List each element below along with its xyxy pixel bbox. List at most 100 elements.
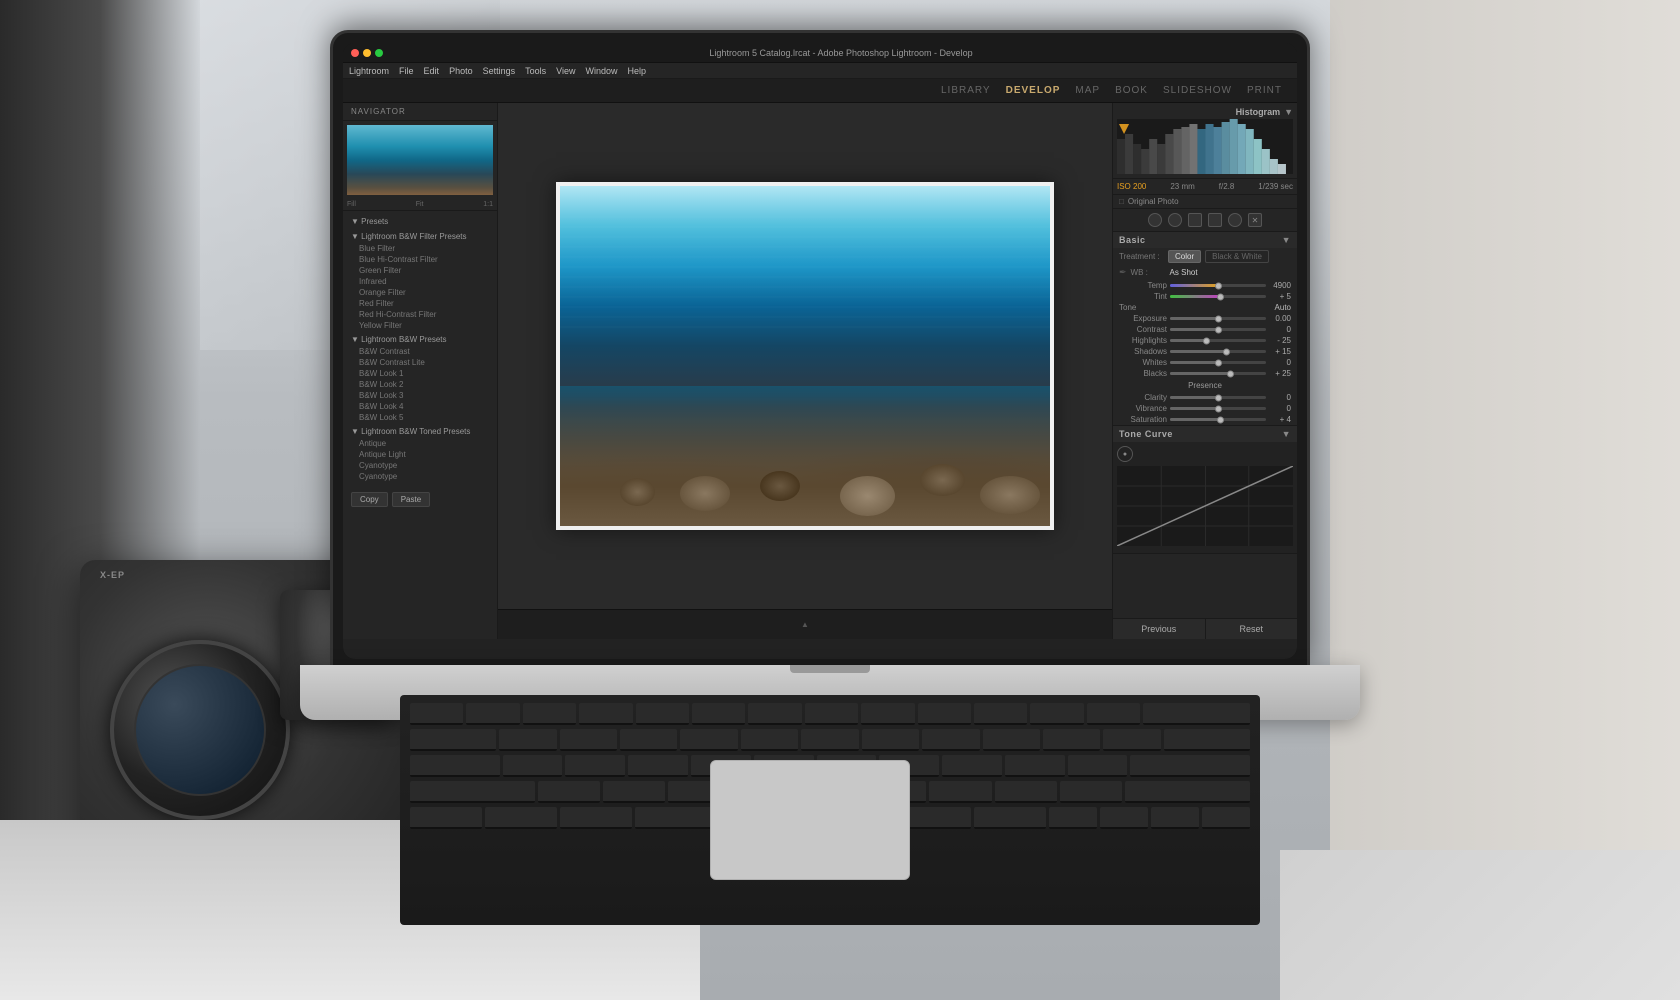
- module-map[interactable]: MAP: [1075, 85, 1100, 96]
- preset-bw-look5[interactable]: B&W Look 5: [343, 412, 497, 423]
- key[interactable]: [741, 729, 798, 751]
- preset-infrared[interactable]: Infrared: [343, 276, 497, 287]
- preset-cyanotype2[interactable]: Cyanotype: [343, 471, 497, 482]
- copy-button[interactable]: Copy: [351, 492, 388, 507]
- key[interactable]: [929, 781, 991, 803]
- zoom-fill[interactable]: Fill: [347, 201, 356, 208]
- shadows-thumb[interactable]: [1223, 348, 1230, 355]
- blacks-thumb[interactable]: [1227, 370, 1234, 377]
- minimize-button[interactable]: [363, 49, 371, 57]
- menu-view[interactable]: View: [556, 66, 575, 76]
- preset-group-header[interactable]: ▼ Presets: [343, 215, 497, 228]
- module-slideshow[interactable]: SLIDESHOW: [1163, 85, 1232, 96]
- key[interactable]: [636, 703, 689, 725]
- preset-bw-look3[interactable]: B&W Look 3: [343, 390, 497, 401]
- key-enter[interactable]: [1130, 755, 1250, 777]
- key[interactable]: [805, 703, 858, 725]
- key[interactable]: [499, 729, 556, 751]
- vibrance-track[interactable]: [1170, 407, 1266, 410]
- key[interactable]: [918, 703, 971, 725]
- preset-blue-hi[interactable]: Blue Hi-Contrast Filter: [343, 254, 497, 265]
- whites-thumb[interactable]: [1215, 359, 1222, 366]
- vibrance-thumb[interactable]: [1215, 405, 1222, 412]
- module-develop[interactable]: DEVELOP: [1006, 85, 1061, 96]
- fullscreen-button[interactable]: [375, 49, 383, 57]
- key-backspace[interactable]: [1143, 703, 1250, 725]
- key[interactable]: [1068, 755, 1128, 777]
- reset-button[interactable]: Reset: [1206, 619, 1298, 639]
- key[interactable]: [974, 703, 1027, 725]
- preset-red[interactable]: Red Filter: [343, 298, 497, 309]
- preset-antique[interactable]: Antique: [343, 438, 497, 449]
- menu-lightroom[interactable]: Lightroom: [349, 66, 389, 76]
- paste-button[interactable]: Paste: [392, 492, 430, 507]
- key[interactable]: [1030, 703, 1083, 725]
- menu-file[interactable]: File: [399, 66, 414, 76]
- tint-track[interactable]: [1170, 295, 1266, 298]
- tool-gradient[interactable]: [1208, 213, 1222, 227]
- tool-spot[interactable]: [1168, 213, 1182, 227]
- key[interactable]: [1043, 729, 1100, 751]
- menu-settings[interactable]: Settings: [483, 66, 516, 76]
- module-print[interactable]: PRINT: [1247, 85, 1282, 96]
- highlights-thumb[interactable]: [1203, 337, 1210, 344]
- menu-photo[interactable]: Photo: [449, 66, 473, 76]
- key[interactable]: [1005, 755, 1065, 777]
- key-down[interactable]: [1151, 807, 1199, 829]
- preset-yellow[interactable]: Yellow Filter: [343, 320, 497, 331]
- preset-cyanotype[interactable]: Cyanotype: [343, 460, 497, 471]
- zoom-1to1[interactable]: 1:1: [483, 201, 493, 208]
- contrast-track[interactable]: [1170, 328, 1266, 331]
- saturation-thumb[interactable]: [1217, 416, 1224, 423]
- key-right[interactable]: [1202, 807, 1250, 829]
- preset-bw-look2[interactable]: B&W Look 2: [343, 379, 497, 390]
- key[interactable]: [862, 729, 919, 751]
- preset-bw-look4[interactable]: B&W Look 4: [343, 401, 497, 412]
- trackpad[interactable]: [710, 760, 910, 880]
- key[interactable]: [922, 729, 979, 751]
- key-left[interactable]: [1049, 807, 1097, 829]
- key-alt[interactable]: [560, 807, 632, 829]
- key[interactable]: [692, 703, 745, 725]
- original-photo-checkbox[interactable]: □: [1119, 197, 1124, 206]
- key[interactable]: [579, 703, 632, 725]
- whites-track[interactable]: [1170, 361, 1266, 364]
- key-up[interactable]: [1100, 807, 1148, 829]
- menu-edit[interactable]: Edit: [424, 66, 440, 76]
- tone-curve-point-mode[interactable]: ●: [1117, 446, 1133, 462]
- bw-presets-header[interactable]: ▼ Lightroom B&W Presets: [343, 333, 497, 346]
- tint-thumb[interactable]: [1217, 293, 1224, 300]
- contrast-thumb[interactable]: [1215, 326, 1222, 333]
- key[interactable]: [538, 781, 600, 803]
- key-fn[interactable]: [410, 807, 482, 829]
- bw-toned-header[interactable]: ▼ Lightroom B&W Toned Presets: [343, 425, 497, 438]
- key[interactable]: [410, 703, 463, 725]
- preset-bw-contrast[interactable]: B&W Contrast: [343, 346, 497, 357]
- tool-redeye[interactable]: [1188, 213, 1202, 227]
- key[interactable]: [466, 703, 519, 725]
- menu-window[interactable]: Window: [586, 66, 618, 76]
- clarity-track[interactable]: [1170, 396, 1266, 399]
- preset-orange[interactable]: Orange Filter: [343, 287, 497, 298]
- key-tab[interactable]: [410, 729, 496, 751]
- key-shift-right[interactable]: [1125, 781, 1250, 803]
- key[interactable]: [565, 755, 625, 777]
- key[interactable]: [942, 755, 1002, 777]
- key[interactable]: [603, 781, 665, 803]
- shadows-track[interactable]: [1170, 350, 1266, 353]
- tool-crop[interactable]: [1148, 213, 1162, 227]
- auto-btn[interactable]: Auto: [1275, 303, 1291, 312]
- key-backslash[interactable]: [1164, 729, 1250, 751]
- preset-bw-contrast-lite[interactable]: B&W Contrast Lite: [343, 357, 497, 368]
- key[interactable]: [801, 729, 858, 751]
- key[interactable]: [1087, 703, 1140, 725]
- color-btn[interactable]: Color: [1168, 250, 1201, 263]
- tool-settings[interactable]: ✕: [1248, 213, 1262, 227]
- preset-antique-light[interactable]: Antique Light: [343, 449, 497, 460]
- key[interactable]: [628, 755, 688, 777]
- exposure-track[interactable]: [1170, 317, 1266, 320]
- temp-thumb[interactable]: [1215, 282, 1222, 289]
- close-button[interactable]: [351, 49, 359, 57]
- module-library[interactable]: LIBRARY: [941, 85, 991, 96]
- preset-bw-look1[interactable]: B&W Look 1: [343, 368, 497, 379]
